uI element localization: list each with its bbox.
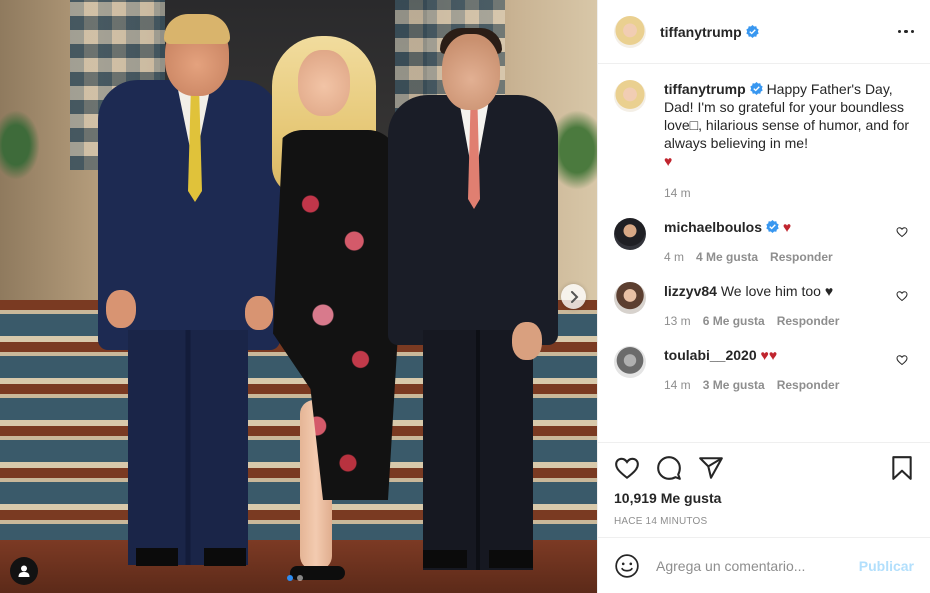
action-bar	[614, 451, 914, 485]
bookmark-icon	[892, 456, 912, 480]
carousel-dot-active	[287, 575, 293, 581]
chevron-right-icon	[570, 290, 578, 303]
carousel-dot	[297, 575, 303, 581]
share-button[interactable]	[698, 455, 724, 481]
heart-emoji: ♥	[664, 153, 673, 169]
photo-plant	[0, 110, 40, 180]
comment-item: toulabi__2020 ♥♥ 14 m 3 Me gusta Respond…	[614, 346, 914, 394]
comment-likes[interactable]: 3 Me gusta	[703, 376, 765, 394]
person-left-hair	[164, 14, 230, 44]
caption-time[interactable]: 14 m	[664, 184, 914, 202]
person-right-head	[442, 34, 500, 110]
comment-time[interactable]: 4 m	[664, 248, 684, 266]
heart-outline-icon[interactable]	[896, 354, 908, 366]
caption-username[interactable]: tiffanytrump	[664, 81, 746, 97]
commenter-avatar[interactable]	[614, 282, 646, 314]
share-icon	[699, 457, 723, 479]
carousel-indicator	[287, 575, 303, 581]
comment-emoji: ♥	[824, 283, 834, 299]
comment-emoji: ♥	[782, 219, 792, 235]
more-options-icon[interactable]	[897, 29, 914, 34]
comment-text: We love him too	[720, 283, 821, 299]
comment-item: michaelboulos ♥ 4 m 4 Me gusta Responder	[614, 218, 914, 266]
post-caption: tiffanytrump Happy Father's Day, Dad! I'…	[614, 80, 914, 202]
reply-button[interactable]: Responder	[777, 312, 840, 330]
comment-time[interactable]: 13 m	[664, 312, 691, 330]
comments-section: tiffanytrump Happy Father's Day, Dad! I'…	[598, 64, 930, 442]
comment-likes[interactable]: 4 Me gusta	[696, 248, 758, 266]
comment-emoji: ♥♥	[760, 347, 778, 363]
comment-item: lizzyv84 We love him too ♥ 13 m 6 Me gus…	[614, 282, 914, 330]
reply-button[interactable]: Responder	[777, 376, 840, 394]
person-center-face	[298, 50, 350, 116]
add-comment-bar: Publicar	[598, 537, 930, 593]
post-actions: 10,919 Me gusta HACE 14 MINUTOS	[598, 442, 930, 537]
heart-outline-icon[interactable]	[896, 290, 908, 302]
emoji-icon	[615, 553, 639, 578]
comment-username[interactable]: toulabi__2020	[664, 347, 757, 363]
emoji-button[interactable]	[614, 553, 640, 579]
comment-meta: 14 m 3 Me gusta Responder	[664, 376, 914, 394]
publish-button[interactable]: Publicar	[859, 558, 914, 574]
verified-icon	[749, 82, 763, 95]
verified-icon	[745, 25, 759, 38]
carousel-next-button[interactable]	[561, 284, 586, 309]
author-username[interactable]: tiffanytrump	[660, 24, 742, 40]
heart-outline-icon[interactable]	[896, 226, 908, 238]
author-avatar[interactable]	[614, 15, 646, 48]
author-avatar[interactable]	[614, 80, 646, 112]
comment-likes[interactable]: 6 Me gusta	[703, 312, 765, 330]
post-header: tiffanytrump	[598, 0, 930, 64]
post-photo[interactable]	[0, 0, 597, 593]
comment-meta: 4 m 4 Me gusta Responder	[664, 248, 914, 266]
likes-count[interactable]: 10,919 Me gusta	[614, 490, 914, 506]
post-sidebar: tiffanytrump tiffanytrump Happy Father's…	[597, 0, 930, 593]
post-timestamp[interactable]: HACE 14 MINUTOS	[614, 516, 914, 527]
save-button[interactable]	[890, 455, 914, 481]
commenter-avatar[interactable]	[614, 346, 646, 378]
heart-outline-icon	[615, 457, 639, 480]
comment-time[interactable]: 14 m	[664, 376, 691, 394]
comment-button[interactable]	[656, 455, 682, 481]
comment-icon	[657, 456, 681, 480]
instagram-post: tiffanytrump tiffanytrump Happy Father's…	[0, 0, 930, 593]
reply-button[interactable]: Responder	[770, 248, 833, 266]
like-button[interactable]	[614, 455, 640, 481]
comment-input[interactable]	[656, 557, 859, 574]
comment-username[interactable]: lizzyv84	[664, 283, 717, 299]
commenter-avatar[interactable]	[614, 218, 646, 250]
user-tag-icon	[18, 565, 30, 577]
verified-icon	[766, 220, 779, 233]
comment-meta: 13 m 6 Me gusta Responder	[664, 312, 914, 330]
comment-username[interactable]: michaelboulos	[664, 219, 762, 235]
tagged-users-button[interactable]	[10, 557, 38, 585]
